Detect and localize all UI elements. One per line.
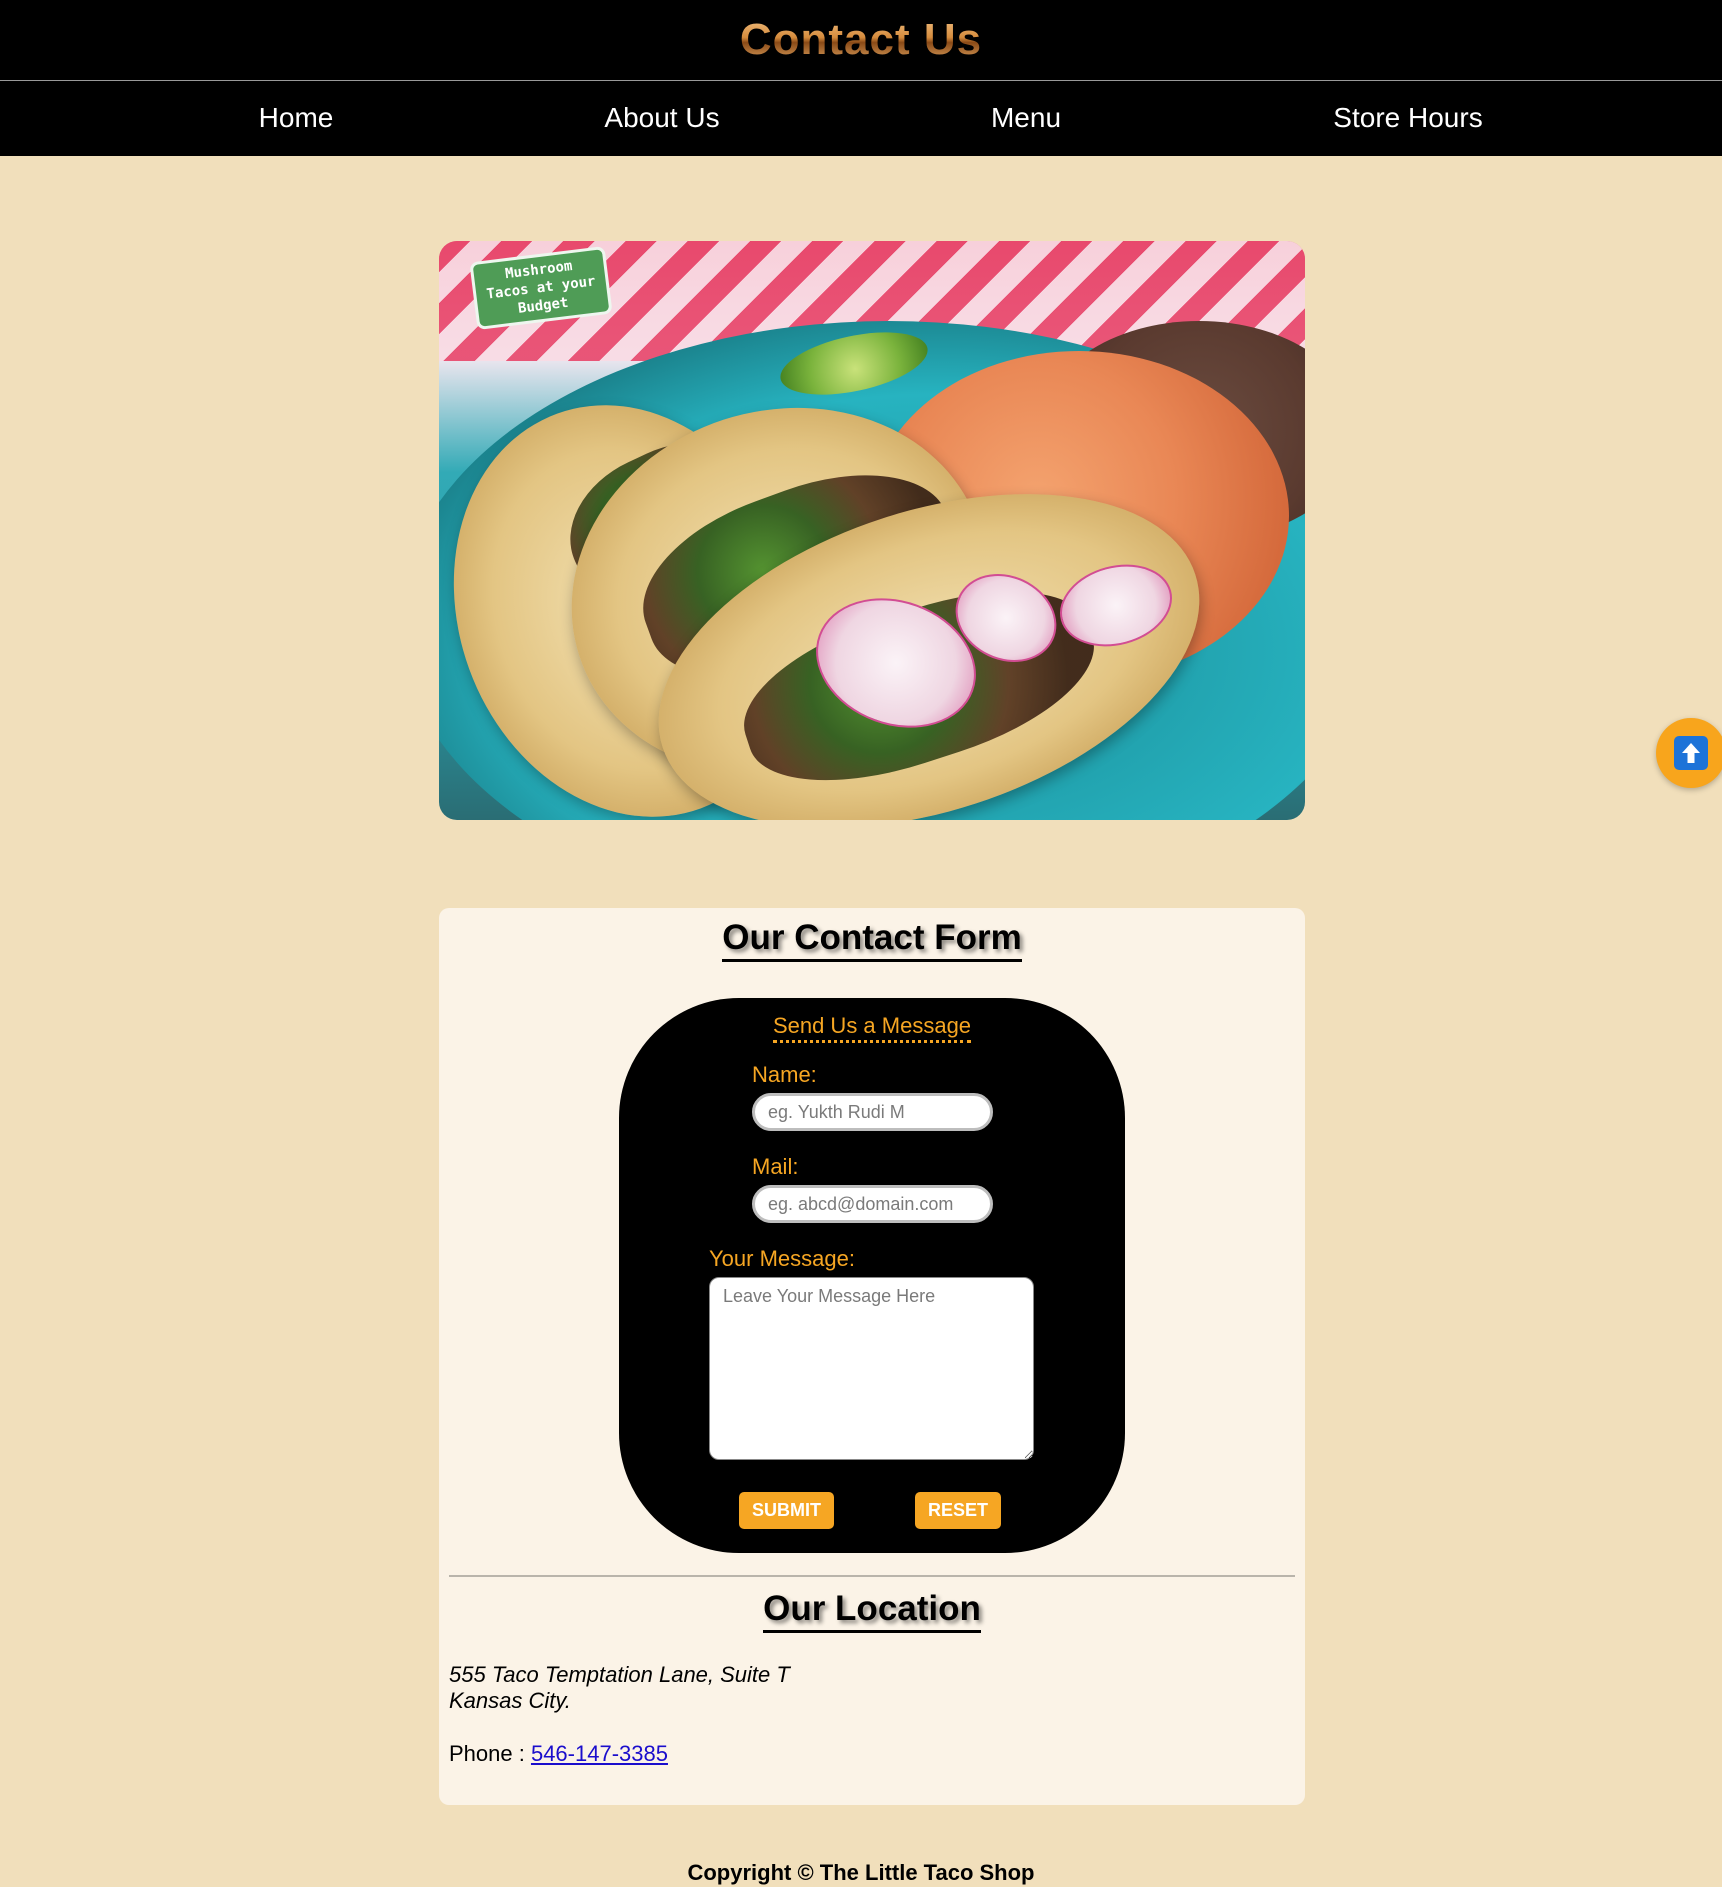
location-title: Our Location — [439, 1589, 1305, 1633]
nav-item-home[interactable]: Home — [259, 102, 334, 134]
address: 555 Taco Temptation Lane, Suite T Kansas… — [449, 1662, 790, 1714]
form-heading: Send Us a Message — [619, 1013, 1125, 1043]
phone-link[interactable]: 546-147-3385 — [531, 1741, 668, 1766]
hero-taco-image — [439, 241, 1305, 820]
contact-form-title: Our Contact Form — [439, 918, 1305, 962]
address-line: 555 Taco Temptation Lane, Suite T — [449, 1662, 790, 1687]
contact-form: Send Us a Message Name: Mail: Your Messa… — [619, 998, 1125, 1553]
submit-button[interactable]: SUBMIT — [739, 1492, 834, 1529]
name-input[interactable] — [752, 1093, 993, 1131]
main-nav: Home About Us Menu Store Hours — [0, 81, 1722, 156]
contact-card: Our Contact Form Send Us a Message Name:… — [439, 908, 1305, 1805]
message-textarea[interactable] — [709, 1277, 1034, 1460]
section-divider — [449, 1575, 1295, 1577]
phone-label: Phone : — [449, 1741, 531, 1766]
name-label: Name: — [752, 1062, 817, 1087]
arrow-up-icon — [1674, 736, 1708, 770]
page-title: Contact Us — [739, 15, 983, 64]
phone-row: Phone : 546-147-3385 — [449, 1741, 668, 1767]
address-line: Kansas City. — [449, 1688, 571, 1713]
nav-item-store-hours[interactable]: Store Hours — [1333, 102, 1482, 134]
site-header: Contact Us — [0, 0, 1722, 81]
reset-button[interactable]: RESET — [915, 1492, 1002, 1529]
footer-copyright: Copyright © The Little Taco Shop — [687, 1860, 1035, 1885]
nav-item-about-us[interactable]: About Us — [604, 102, 719, 134]
nav-item-menu[interactable]: Menu — [991, 102, 1061, 134]
scroll-to-top-button[interactable] — [1656, 718, 1722, 788]
mail-label: Mail: — [752, 1154, 799, 1179]
mail-input[interactable] — [752, 1185, 993, 1223]
message-label: Your Message: — [709, 1246, 855, 1271]
